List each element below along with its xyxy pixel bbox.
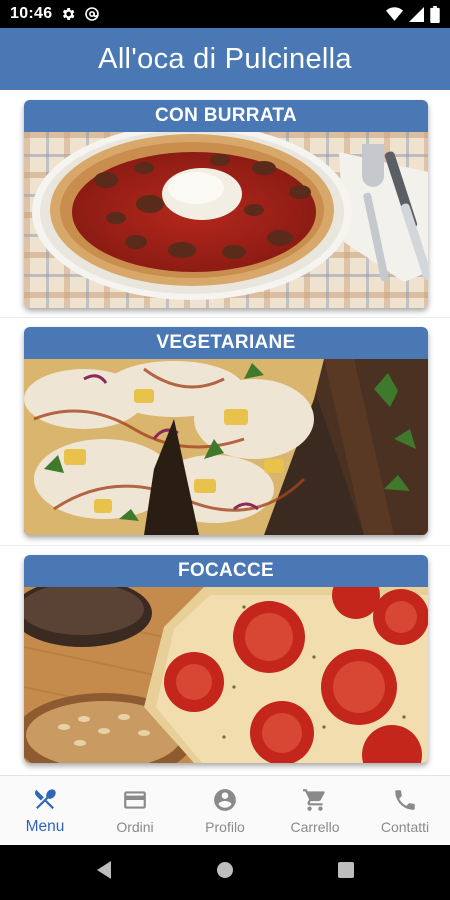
cart-icon (302, 787, 328, 813)
category-card-con-burrata[interactable]: CON BURRATA (24, 100, 428, 308)
nav-label: Ordini (116, 818, 154, 835)
nav-item-profilo[interactable]: Profilo (180, 776, 270, 845)
pizza-burrata-image (24, 132, 428, 308)
nav-label: Carrello (290, 818, 340, 835)
category-card-focacce[interactable]: FOCACCE (24, 555, 428, 763)
nav-item-contatti[interactable]: Contatti (360, 776, 450, 845)
back-icon[interactable] (95, 860, 113, 885)
gear-icon (60, 6, 76, 22)
bottom-navigation: Menu Ordini Profilo Carrello Contatti (0, 775, 450, 845)
nav-item-carrello[interactable]: Carrello (270, 776, 360, 845)
category-list[interactable]: CON BURRATA VEGETARIANE FOCACCE (0, 90, 450, 775)
nav-item-menu[interactable]: Menu (0, 776, 90, 845)
category-title: CON BURRATA (24, 100, 428, 132)
divider (0, 317, 450, 318)
category-title: VEGETARIANE (24, 327, 428, 359)
credit-card-icon (122, 787, 148, 813)
recents-icon[interactable] (337, 861, 355, 884)
app-bar: All'oca di Pulcinella (0, 28, 450, 90)
focaccia-image (24, 587, 428, 763)
nav-label: Menu (25, 817, 65, 835)
system-navigation-bar (0, 845, 450, 900)
category-title: FOCACCE (24, 555, 428, 587)
at-sign-icon (84, 6, 100, 22)
nav-label: Contatti (380, 818, 430, 835)
battery-icon (430, 5, 440, 23)
nav-item-ordini[interactable]: Ordini (90, 776, 180, 845)
divider (0, 545, 450, 546)
status-bar: 10:46 (0, 0, 450, 28)
phone-icon (392, 787, 418, 813)
nav-label: Profilo (205, 818, 245, 835)
signal-icon (409, 6, 424, 22)
category-card-vegetariane[interactable]: VEGETARIANE (24, 327, 428, 535)
home-icon[interactable] (215, 860, 235, 885)
app-title: All'oca di Pulcinella (98, 42, 352, 75)
fork-knife-icon (32, 786, 58, 812)
account-circle-icon (212, 787, 238, 813)
status-time: 10:46 (10, 5, 53, 22)
wifi-icon (386, 6, 403, 22)
pizza-vegetariana-image (24, 359, 428, 535)
